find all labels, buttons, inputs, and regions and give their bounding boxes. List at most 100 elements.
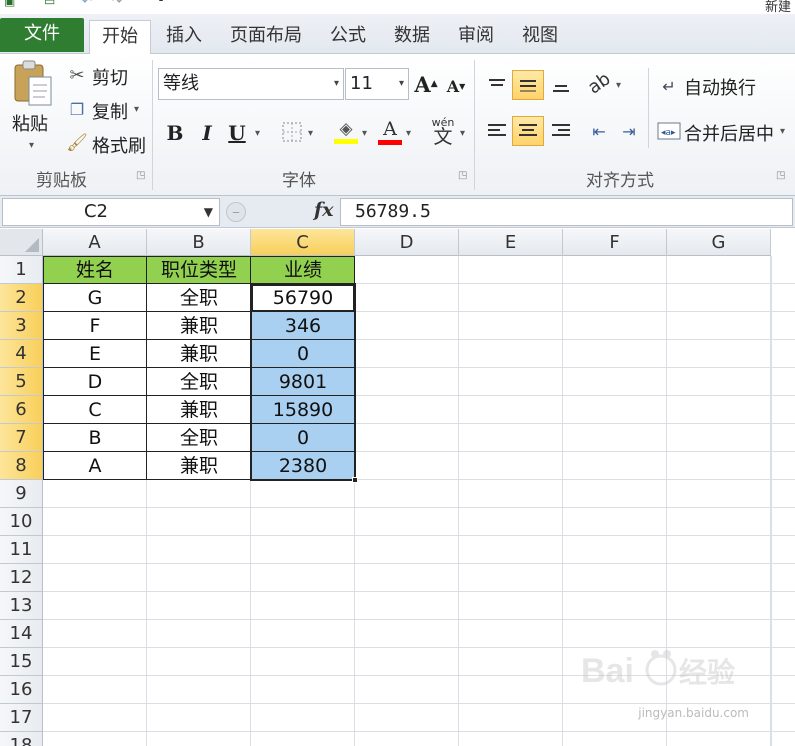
row-header-3[interactable]: 3 [0, 312, 43, 340]
column-header-g[interactable]: G [667, 229, 771, 256]
row-header-13[interactable]: 13 [0, 592, 43, 620]
table-cell[interactable]: 9801 [251, 368, 355, 396]
table-cell[interactable]: 全职 [147, 284, 251, 312]
phonetic-guide-icon[interactable]: wén 文 [428, 114, 458, 150]
align-right-icon[interactable] [546, 116, 576, 146]
formula-input[interactable]: 56789.5 [340, 198, 793, 226]
bold-button[interactable]: B [160, 118, 190, 148]
table-cell[interactable]: G [43, 284, 147, 312]
row-header-6[interactable]: 6 [0, 396, 43, 424]
tab-file[interactable]: 文件 [0, 18, 84, 52]
row-header-4[interactable]: 4 [0, 340, 43, 368]
excel-app-icon[interactable]: ▣ [4, 0, 15, 8]
row-header-17[interactable]: 17 [0, 704, 43, 732]
orientation-dropdown-icon[interactable]: ▾ [616, 80, 621, 91]
header-cell[interactable]: 业绩 [251, 256, 355, 284]
tab-home[interactable]: 开始 [89, 20, 151, 56]
copy-button[interactable]: 复制 [92, 98, 128, 124]
tab-formulas[interactable]: 公式 [320, 20, 376, 54]
borders-icon[interactable] [280, 120, 304, 144]
paste-icon[interactable] [10, 58, 56, 110]
table-cell[interactable]: D [43, 368, 147, 396]
row-header-9[interactable]: 9 [0, 480, 43, 508]
table-cell[interactable]: A [43, 452, 147, 480]
paste-dropdown-icon[interactable]: ▾ [29, 140, 34, 151]
row-header-10[interactable]: 10 [0, 508, 43, 536]
font-color-icon[interactable]: A [376, 116, 404, 146]
align-left-icon[interactable] [482, 116, 512, 146]
merge-dropdown-icon[interactable]: ▾ [780, 126, 785, 137]
table-cell[interactable]: 346 [251, 312, 355, 340]
column-header-f[interactable]: F [563, 229, 667, 256]
row-header-2[interactable]: 2 [0, 284, 43, 312]
orientation-icon[interactable]: ab [578, 62, 620, 104]
italic-button[interactable]: I [192, 118, 222, 148]
tab-data[interactable]: 数据 [384, 20, 440, 54]
table-cell[interactable]: 全职 [147, 424, 251, 452]
tab-view[interactable]: 视图 [512, 20, 568, 54]
table-cell[interactable]: 全职 [147, 368, 251, 396]
grow-font-icon[interactable]: A ▲ [414, 70, 438, 98]
insert-function-button[interactable]: fx [314, 199, 334, 221]
row-header-8[interactable]: 8 [0, 452, 43, 480]
table-cell[interactable]: 15890 [251, 396, 355, 424]
wrap-text-button[interactable]: 自动换行 [684, 74, 756, 100]
underline-dropdown-icon[interactable]: ▾ [255, 128, 260, 139]
row-header-11[interactable]: 11 [0, 536, 43, 564]
decrease-indent-icon[interactable]: ⇤ [584, 116, 614, 146]
format-painter-button[interactable]: 格式刷 [92, 132, 146, 158]
table-cell[interactable]: 0 [251, 424, 355, 452]
borders-dropdown-icon[interactable]: ▾ [308, 128, 313, 139]
name-box[interactable]: C2 ▼ [2, 198, 220, 226]
paste-button[interactable]: 粘贴 [12, 110, 48, 136]
quick-access-dropdown-icon[interactable]: ⁃ [158, 0, 164, 8]
align-top-icon[interactable] [482, 70, 512, 100]
copy-dropdown-icon[interactable]: ▾ [134, 104, 139, 115]
row-header-18[interactable]: 18 [0, 732, 43, 746]
row-header-1[interactable]: 1 [0, 256, 43, 284]
row-header-7[interactable]: 7 [0, 424, 43, 452]
row-header-14[interactable]: 14 [0, 620, 43, 648]
table-cell[interactable]: 兼职 [147, 312, 251, 340]
header-cell[interactable]: 职位类型 [147, 256, 251, 284]
merge-center-button[interactable]: 合并后居中 [684, 120, 774, 146]
table-cell[interactable]: E [43, 340, 147, 368]
save-icon[interactable]: ▭ [44, 0, 55, 8]
table-cell[interactable]: 56790 [251, 284, 355, 312]
tab-review[interactable]: 审阅 [448, 20, 504, 54]
font-size-select[interactable]: 11 ▾ [345, 68, 409, 100]
fill-color-dropdown-icon[interactable]: ▾ [362, 128, 367, 139]
table-cell[interactable]: 兼职 [147, 452, 251, 480]
fill-color-icon[interactable]: ◈ [332, 116, 360, 146]
select-all-button[interactable] [0, 229, 43, 256]
table-cell[interactable]: 2380 [251, 452, 355, 480]
increase-indent-icon[interactable]: ⇥ [614, 116, 644, 146]
fill-handle[interactable] [352, 477, 358, 483]
alignment-launcher-icon[interactable]: ◳ [776, 170, 785, 181]
font-launcher-icon[interactable]: ◳ [458, 170, 467, 181]
phonetic-dropdown-icon[interactable]: ▾ [460, 128, 465, 139]
clipboard-launcher-icon[interactable]: ◳ [136, 170, 145, 181]
tab-insert[interactable]: 插入 [157, 20, 211, 54]
header-cell[interactable]: 姓名 [43, 256, 147, 284]
align-center-icon[interactable] [512, 116, 544, 146]
tab-page-layout[interactable]: 页面布局 [222, 20, 310, 54]
align-bottom-icon[interactable] [546, 70, 576, 100]
row-header-5[interactable]: 5 [0, 368, 43, 396]
table-cell[interactable]: C [43, 396, 147, 424]
align-middle-icon[interactable] [512, 70, 544, 100]
column-header-d[interactable]: D [355, 229, 459, 256]
table-cell[interactable]: 0 [251, 340, 355, 368]
cut-button[interactable]: 剪切 [92, 64, 128, 90]
font-color-dropdown-icon[interactable]: ▾ [406, 128, 411, 139]
table-cell[interactable]: F [43, 312, 147, 340]
font-name-select[interactable]: 等线 ▾ [158, 68, 344, 100]
column-header-a[interactable]: A [43, 229, 147, 256]
redo-icon[interactable]: ↷ [112, 0, 122, 8]
row-header-16[interactable]: 16 [0, 676, 43, 704]
row-header-12[interactable]: 12 [0, 564, 43, 592]
table-cell[interactable]: 兼职 [147, 340, 251, 368]
underline-button[interactable]: U [222, 118, 252, 148]
table-cell[interactable]: 兼职 [147, 396, 251, 424]
table-cell[interactable]: B [43, 424, 147, 452]
